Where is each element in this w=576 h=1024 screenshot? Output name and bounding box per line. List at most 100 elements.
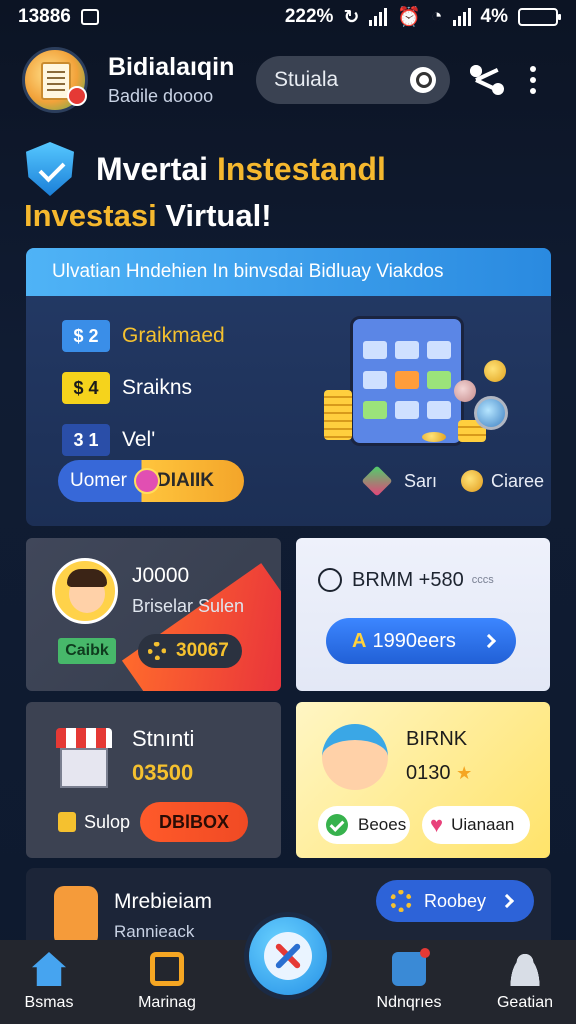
invest-button[interactable]: Uomer DIAIIK (58, 460, 244, 502)
nav-label: Ndnqrıes (376, 994, 442, 1011)
rate-button-prefix: A (352, 629, 367, 652)
card-subtitle: Briselar Sulen (132, 596, 245, 616)
profile-card[interactable]: J0000 Briselar Sulen Caibk 30067 (26, 538, 281, 691)
stat-badge: 3 1 (62, 424, 110, 456)
user-icon (508, 952, 542, 986)
stat-badge: $ 4 (62, 372, 110, 404)
notification-icon (80, 9, 99, 25)
card-title: Mrebieiam (114, 890, 213, 913)
wifi-icon: ◔ (431, 6, 443, 27)
more-menu-icon[interactable] (530, 66, 536, 94)
status-bar: 13886 222% ↻ ⏰ ◔ 4% (0, 0, 576, 34)
stats-list: $ 2 Graikmaed $ 4 Sraikns 3 1 Vel' (62, 310, 225, 466)
card-value: 03500 (132, 760, 194, 785)
invest-button-right: DIAIIK (157, 470, 215, 491)
signal-icon (369, 8, 388, 26)
card-title: J0000 (132, 564, 190, 587)
nav-item-profile[interactable]: Geatian (470, 952, 576, 1012)
title-line-1-gold: Instestandl (216, 150, 386, 187)
gift-icon (134, 468, 160, 494)
points-pill[interactable]: 30067 (138, 634, 242, 668)
share-icon[interactable] (470, 65, 504, 95)
card-small-label: Sulop (84, 812, 131, 832)
title-line-2-gold: Investasi (24, 198, 166, 233)
check-icon (326, 814, 348, 836)
coin-icon (454, 380, 476, 402)
coin-icon (484, 360, 506, 382)
stat-row: $ 4 Sraikns (62, 362, 225, 414)
member-button[interactable]: Roobey (376, 880, 534, 922)
title-line-2-white: Virtual! (165, 198, 272, 233)
shop-icon (56, 728, 112, 788)
alarm-icon: ⏰ (397, 7, 422, 28)
hero-footer-right: Ciaree (491, 470, 545, 491)
gear-icon (390, 890, 412, 912)
points-value: 30067 (176, 640, 229, 661)
cash-badge[interactable]: Caibk (58, 638, 116, 664)
status-battery-percent: 222% (284, 6, 334, 27)
nav-item-notifications[interactable]: Ndnqrıes (354, 948, 464, 1012)
rate-small: cccs (471, 574, 494, 586)
star-icon: ★ (456, 763, 473, 783)
shield-icon (26, 142, 74, 196)
app-header: Bidialaıqin Badile doooo Stuiala (22, 44, 558, 116)
page-title: Mvertai Instestandl (26, 142, 386, 196)
rate-text: BRMM +580 (352, 568, 464, 591)
chip-left[interactable]: Beoes (318, 806, 410, 844)
title-line-1: Mvertai Instestandl (96, 151, 386, 188)
diamond-icon (361, 465, 393, 497)
boy-avatar-icon (52, 558, 118, 624)
lock-icon (58, 812, 76, 832)
girl-avatar-icon (322, 724, 388, 790)
nav-item-home[interactable]: Bsmas (0, 952, 104, 1012)
rate-card[interactable]: BRMM +580 cccs A 1990eers (296, 538, 550, 691)
center-action-button[interactable] (244, 912, 332, 1000)
shop-card[interactable]: Stnınti 03500 Sulop DBlBOX (26, 702, 281, 858)
nav-label: Bsmas (24, 994, 74, 1011)
user-subtitle: Badile doooo (108, 86, 214, 106)
avatar[interactable] (22, 47, 88, 113)
home-icon (32, 952, 66, 986)
search-input[interactable]: Stuiala (256, 56, 450, 104)
status-time: 13886 (18, 6, 71, 27)
chip-right-label: Uianaan (451, 815, 515, 834)
status-battery-label: 4% (480, 6, 508, 27)
kid-avatar-icon (54, 886, 98, 946)
nav-item-market[interactable]: Marinag (112, 952, 222, 1012)
invest-button-left: Uomer (70, 470, 128, 491)
stat-label: Sraikns (122, 376, 193, 399)
coin-icon (422, 432, 446, 442)
title-line-2: Investasi Virtual! (24, 198, 272, 234)
hero-card: Ulvatian Hndehien In binvsdai Bidluay Vi… (26, 248, 551, 526)
chip-left-label: Beoes (358, 815, 407, 834)
search-text: Stuiala (274, 68, 339, 91)
avatar-badge (67, 86, 87, 106)
stat-row: 3 1 Vel' (62, 414, 225, 466)
nav-label: Geatian (496, 994, 554, 1011)
stat-label: Vel' (122, 428, 156, 451)
shop-button[interactable]: DBlBOX (140, 802, 248, 842)
rate-row: BRMM +580 cccs (318, 568, 494, 592)
battery-icon (518, 8, 561, 26)
rate-button[interactable]: A 1990eers (326, 618, 516, 664)
signal-icon-2 (452, 8, 471, 26)
card-title: Stnınti (132, 726, 195, 751)
chevron-right-icon (481, 633, 497, 649)
globe-icon (474, 396, 508, 430)
stat-badge: $ 2 (62, 320, 110, 352)
rate-button-label: 1990eers (372, 629, 456, 652)
search-icon[interactable] (410, 67, 436, 93)
notification-bell-icon (392, 948, 430, 986)
bank-card[interactable]: BIRNK 0130 ★ Beoes ♥ Uianaan (296, 702, 550, 858)
heart-icon: ♥ (430, 812, 444, 837)
chip-right[interactable]: ♥ Uianaan (422, 806, 530, 844)
hero-banner: Ulvatian Hndehien In binvsdai Bidluay Vi… (26, 248, 551, 296)
user-info: Bidialaıqin Badile doooo (108, 53, 248, 107)
coin-stack-icon (324, 390, 352, 440)
card-value-row: 0130 ★ (406, 762, 472, 785)
chevron-right-icon (499, 893, 515, 909)
clock-icon (318, 568, 342, 592)
hero-footer: Sarı Ciaree (361, 465, 545, 497)
phone-illustration (350, 316, 464, 446)
sync-icon: ↻ (343, 6, 360, 28)
